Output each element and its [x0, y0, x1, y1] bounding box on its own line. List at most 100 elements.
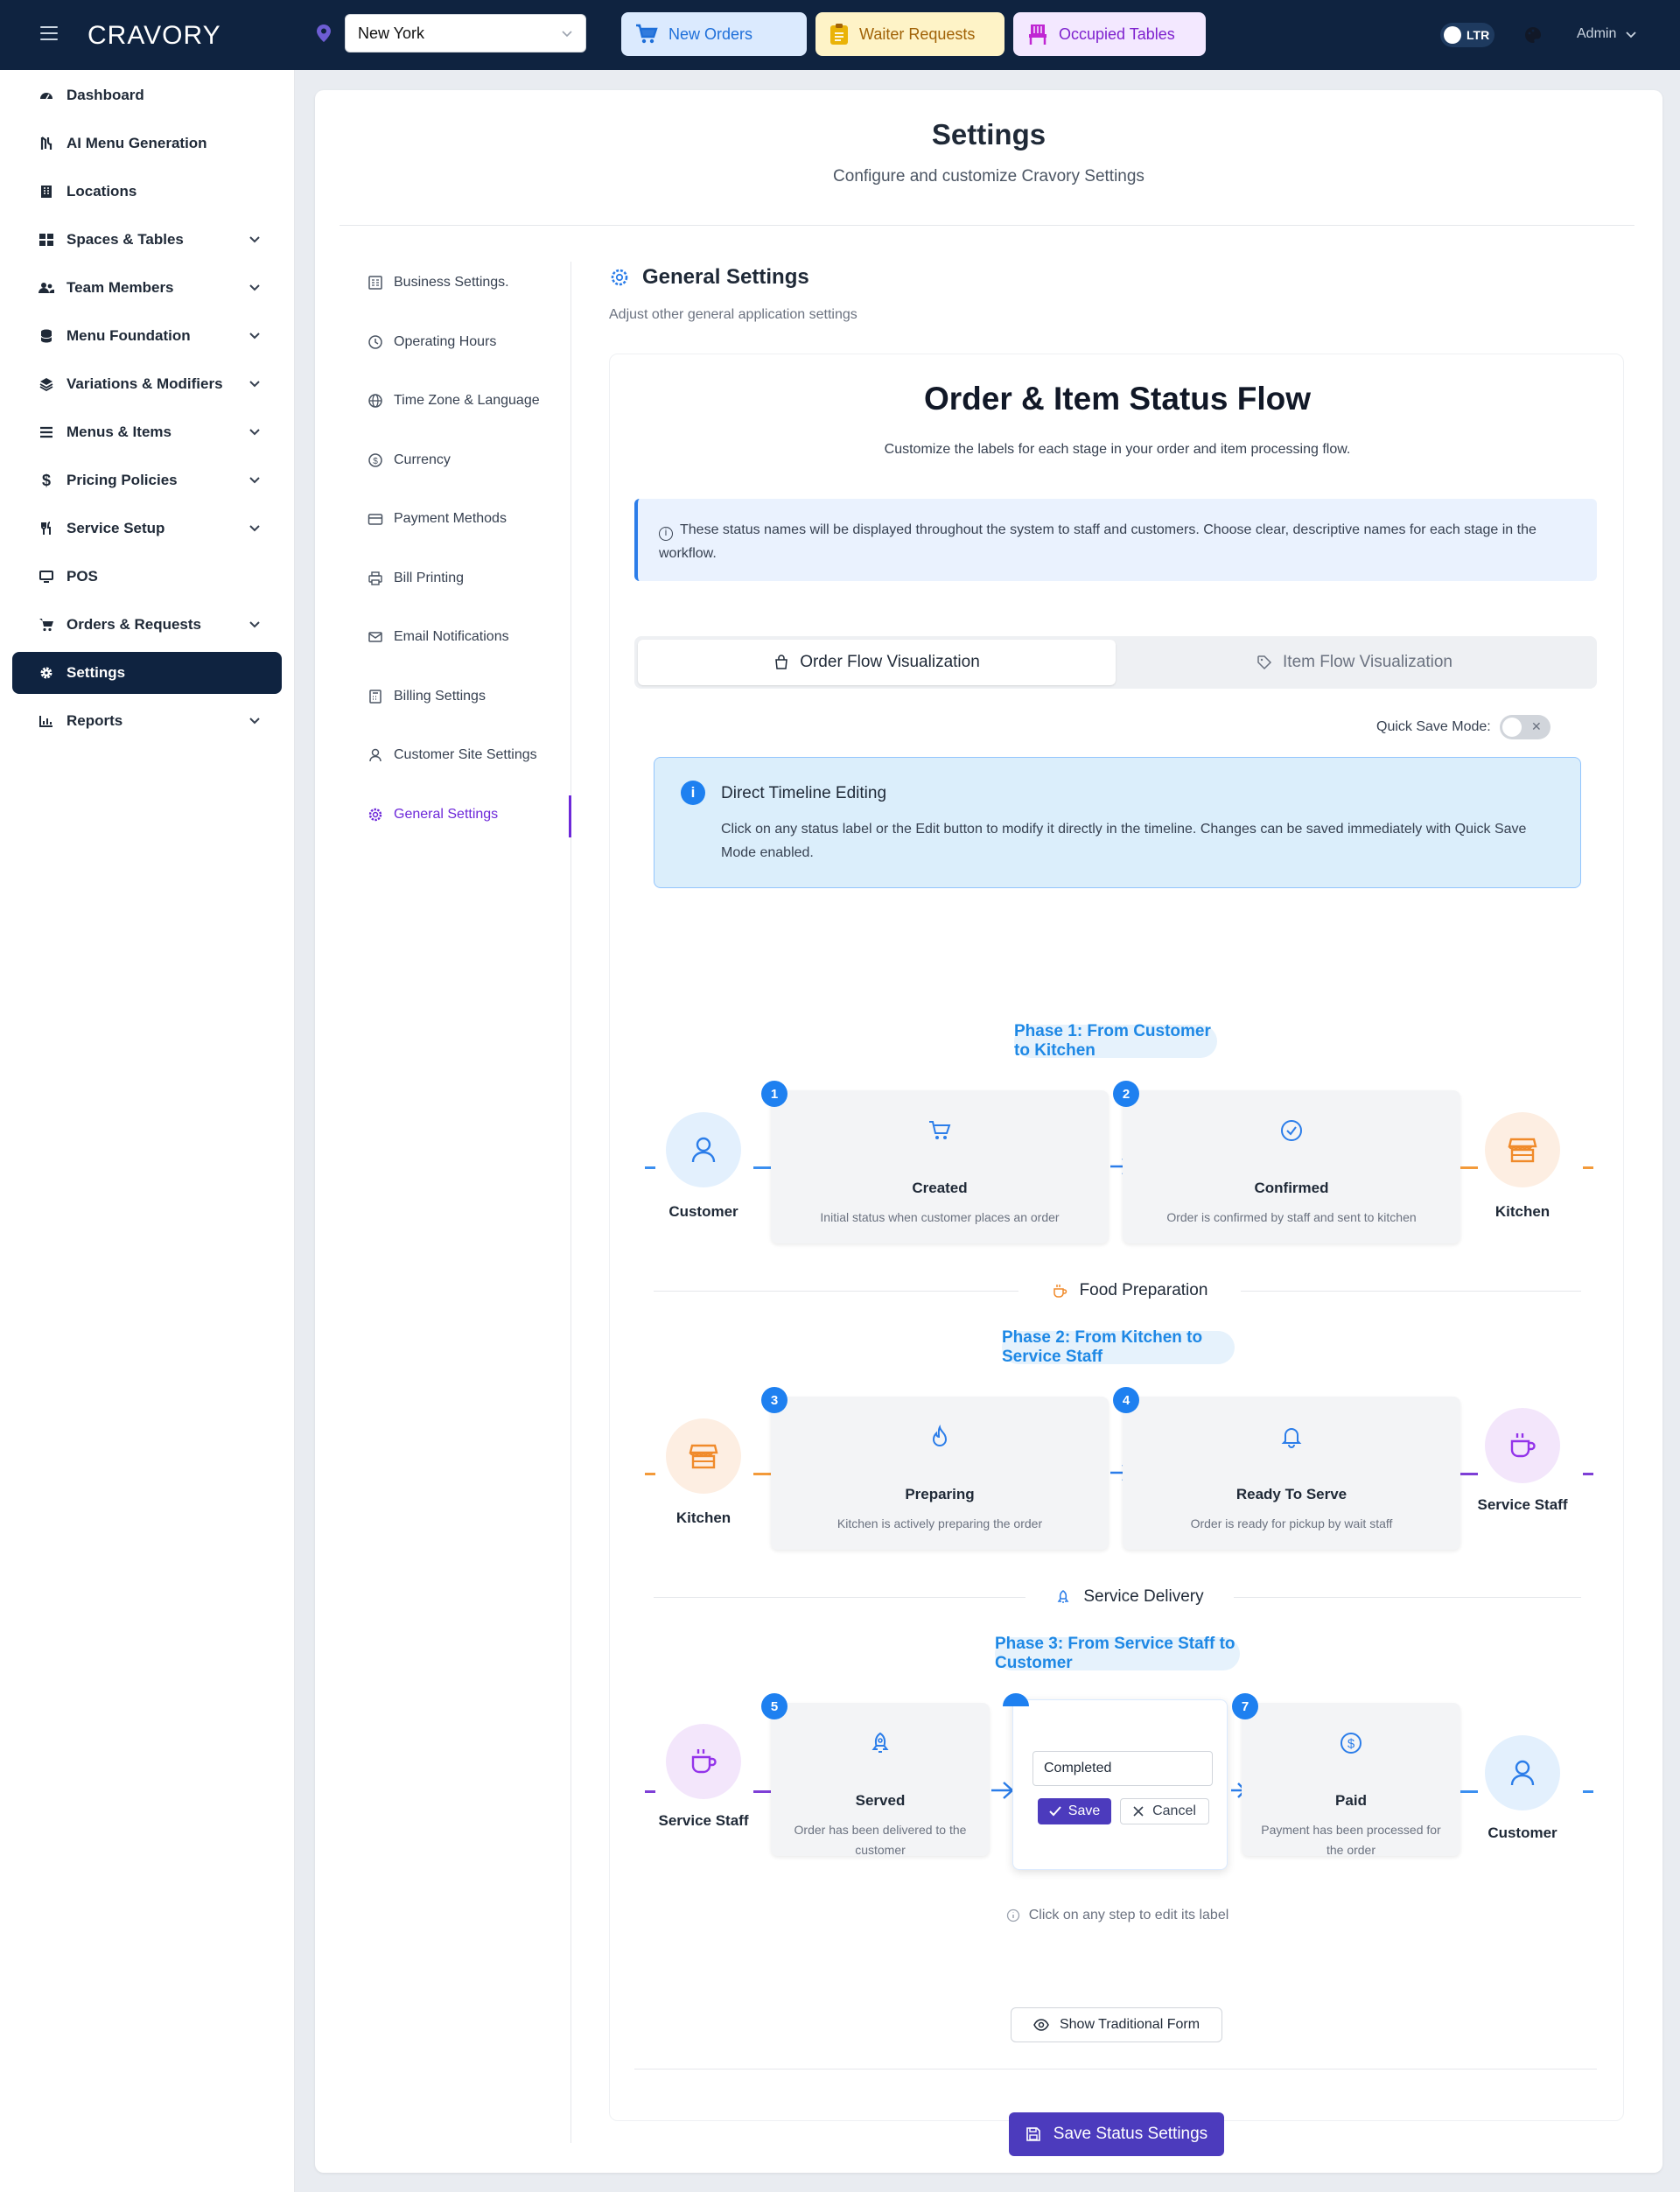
- nav-active-indicator: [569, 795, 571, 837]
- palette-icon[interactable]: [1524, 26, 1542, 44]
- sidebar-item-menus-items[interactable]: Menus & Items: [12, 411, 282, 453]
- sidebar-item-team-members[interactable]: Team Members: [12, 267, 282, 309]
- phase-1-label: Phase 1: From Customer to Kitchen: [1014, 1022, 1217, 1060]
- user-menu[interactable]: Admin: [1577, 26, 1637, 42]
- save-status-settings-button[interactable]: Save Status Settings: [1009, 2112, 1224, 2156]
- step-title[interactable]: Ready To Serve: [1123, 1486, 1460, 1503]
- tab-order-flow[interactable]: Order Flow Visualization: [638, 640, 1116, 685]
- step-card-paid[interactable]: $ Paid Payment has been processed for th…: [1242, 1703, 1460, 1857]
- step-card-confirmed[interactable]: Confirmed Order is confirmed by staff an…: [1123, 1090, 1460, 1243]
- settings-nav-currency[interactable]: $ Currency: [368, 443, 578, 478]
- customer-node: [1485, 1735, 1560, 1810]
- clock-icon: [368, 335, 382, 349]
- customer-label: Customer: [668, 1203, 738, 1220]
- chevron-down-icon: [249, 381, 260, 388]
- cart-icon: [929, 1121, 951, 1139]
- step-number-badge: 1: [761, 1081, 788, 1107]
- chevron-down-icon: [249, 477, 260, 484]
- step-title[interactable]: Served: [771, 1792, 990, 1810]
- step-card-ready-to-serve[interactable]: Ready To Serve Order is ready for pickup…: [1123, 1397, 1460, 1550]
- settings-nav-operating-hours[interactable]: Operating Hours: [368, 325, 578, 360]
- service-staff-label: Service Staff: [1477, 1496, 1568, 1513]
- sidebar-item-locations[interactable]: Locations: [12, 171, 282, 213]
- settings-nav-email-notifications[interactable]: Email Notifications: [368, 620, 578, 655]
- waiter-requests-button[interactable]: Waiter Requests: [816, 12, 1004, 56]
- settings-nav-billing-settings[interactable]: Billing Settings: [368, 679, 578, 714]
- sidebar: Dashboard AI Menu Generation Locations S…: [0, 70, 295, 2192]
- settings-nav-customer-site[interactable]: Customer Site Settings: [368, 738, 578, 773]
- check-circle-icon: [1281, 1120, 1302, 1141]
- service-staff-label: Service Staff: [658, 1812, 749, 1829]
- new-orders-label: New Orders: [668, 25, 753, 43]
- phase-2-label: Phase 2: From Kitchen to Service Staff: [1002, 1328, 1235, 1366]
- top-bar: CRAVORY New York New Orders Waiter Reque…: [0, 0, 1680, 70]
- sidebar-item-pricing-policies[interactable]: $ Pricing Policies: [12, 459, 282, 501]
- connector-line: [753, 1473, 771, 1475]
- new-orders-button[interactable]: New Orders: [621, 12, 807, 56]
- sidebar-item-orders-requests[interactable]: Orders & Requests: [12, 604, 282, 646]
- settings-nav-timezone-language[interactable]: Time Zone & Language: [368, 383, 578, 418]
- sidebar-item-settings[interactable]: Settings: [12, 652, 282, 694]
- step-title[interactable]: Paid: [1242, 1792, 1460, 1810]
- user-icon: [1510, 1760, 1535, 1786]
- grid-icon: [38, 232, 54, 248]
- step-card-served[interactable]: Served Order has been delivered to the c…: [771, 1703, 990, 1857]
- step-title[interactable]: Created: [771, 1180, 1109, 1197]
- settings-nav-payment-methods[interactable]: Payment Methods: [368, 501, 578, 536]
- currency-icon: $: [368, 453, 382, 467]
- flow-title: Order & Item Status Flow: [923, 381, 1311, 417]
- chevron-down-icon: [249, 333, 260, 340]
- save-label-button[interactable]: Save: [1038, 1798, 1111, 1824]
- settings-nav-bill-printing[interactable]: Bill Printing: [368, 561, 578, 596]
- sidebar-item-variations-modifiers[interactable]: Variations & Modifiers: [12, 363, 282, 405]
- step-title[interactable]: Preparing: [771, 1486, 1109, 1503]
- coffee-icon: [691, 1749, 717, 1774]
- sidebar-item-menu-foundation[interactable]: Menu Foundation: [12, 315, 282, 357]
- cancel-edit-button[interactable]: Cancel: [1120, 1798, 1209, 1824]
- sidebar-item-service-setup[interactable]: Service Setup: [12, 508, 282, 550]
- direct-editing-alert: i Direct Timeline Editing Click on any s…: [654, 757, 1581, 888]
- chevron-down-icon: [249, 621, 260, 628]
- settings-nav-business[interactable]: Business Settings.: [368, 265, 578, 300]
- sidebar-item-ai-menu-generation[interactable]: AI Menu Generation: [12, 123, 282, 165]
- app-logo[interactable]: CRAVORY: [88, 21, 221, 51]
- globe-icon: [368, 394, 382, 408]
- connector-line: [645, 1473, 655, 1475]
- step-card-created[interactable]: Created Initial status when customer pla…: [771, 1090, 1109, 1243]
- divider: [340, 225, 1634, 226]
- page-subtitle: Configure and customize Cravory Settings: [833, 167, 1144, 186]
- cart-icon: [38, 617, 54, 633]
- tab-item-flow[interactable]: Item Flow Visualization: [1116, 640, 1593, 685]
- status-label-input[interactable]: Completed: [1032, 1751, 1213, 1786]
- connector-line: [645, 1790, 655, 1793]
- gear-icon: [368, 808, 382, 822]
- dollar-circle-icon: $: [1340, 1733, 1362, 1754]
- flow-tabs: Order Flow Visualization Item Flow Visua…: [634, 636, 1597, 689]
- step-title[interactable]: Confirmed: [1123, 1180, 1460, 1197]
- kitchen-label: Kitchen: [1494, 1203, 1550, 1220]
- step-card-preparing[interactable]: Preparing Kitchen is actively preparing …: [771, 1397, 1109, 1550]
- quick-save-toggle[interactable]: ✕: [1499, 715, 1550, 739]
- menu-toggle-icon[interactable]: [40, 26, 58, 40]
- sidebar-item-dashboard[interactable]: Dashboard: [12, 74, 282, 116]
- occupied-tables-button[interactable]: Occupied Tables: [1013, 12, 1206, 56]
- show-traditional-form-button[interactable]: Show Traditional Form: [1011, 2007, 1222, 2042]
- settings-nav-general-settings[interactable]: General Settings: [368, 797, 578, 832]
- location-value: New York: [358, 24, 425, 42]
- mail-icon: [368, 632, 382, 642]
- list-icon: [38, 424, 54, 440]
- step-number-badge: 7: [1232, 1693, 1258, 1719]
- sidebar-item-pos[interactable]: POS: [12, 556, 282, 598]
- food-preparation-label: Food Preparation: [1018, 1279, 1241, 1302]
- dashboard-icon: [38, 88, 54, 103]
- location-select[interactable]: New York: [345, 14, 586, 53]
- ltr-toggle[interactable]: LTR: [1440, 23, 1494, 47]
- sidebar-item-spaces-tables[interactable]: Spaces & Tables: [12, 219, 282, 261]
- building-icon: [368, 276, 382, 290]
- sidebar-item-reports[interactable]: Reports: [12, 700, 282, 742]
- users-icon: [38, 280, 54, 296]
- building-icon: [38, 184, 54, 200]
- check-icon: [1049, 1806, 1061, 1817]
- rocket-icon: [872, 1732, 889, 1753]
- customer-label: Customer: [1488, 1824, 1558, 1841]
